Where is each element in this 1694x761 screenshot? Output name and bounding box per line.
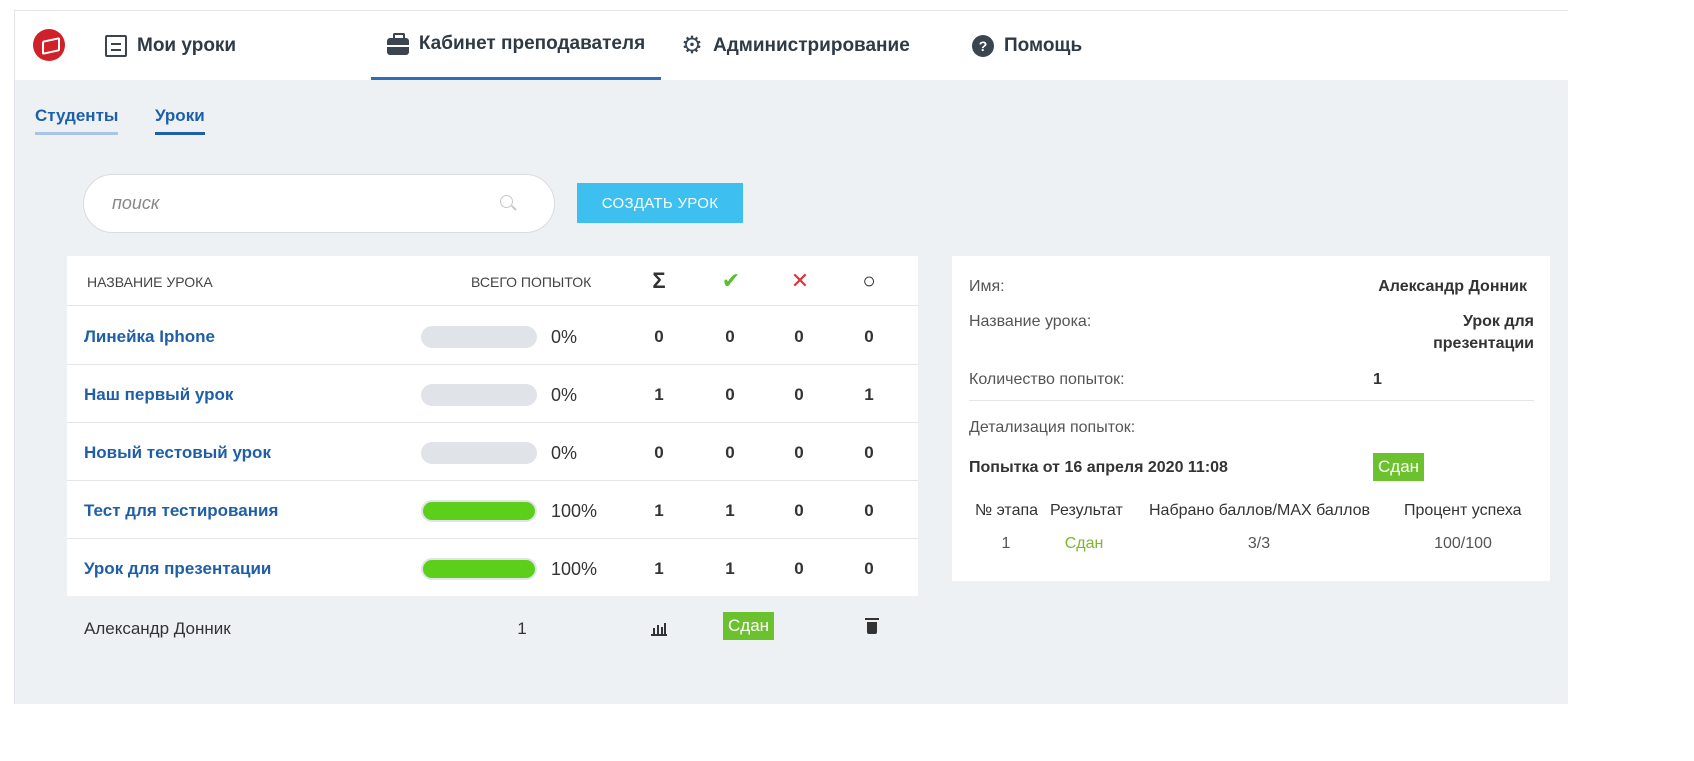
col-stage: № этапа	[975, 502, 1039, 519]
student-name: Александр Донник	[84, 619, 231, 638]
progress-percent: 0%	[551, 385, 578, 405]
count-pending: 0	[864, 327, 874, 346]
nav-tab-teacher-cabinet[interactable]: Кабинет преподавателя	[371, 11, 661, 80]
progress-bar	[421, 442, 537, 464]
col-result: Результат	[1050, 502, 1123, 519]
table-header: НАЗВАНИЕ УРОКА ВСЕГО ПОПЫТОК Σ ✔ ✕ ○	[67, 256, 918, 306]
count-failed: 0	[794, 385, 804, 404]
count-passed: 0	[725, 443, 735, 462]
progress-bar	[421, 558, 537, 580]
nav-tab-help[interactable]: ? Помощь	[972, 11, 1082, 80]
nav-tab-label: Администрирование	[713, 34, 910, 56]
count-pending: 0	[864, 559, 874, 578]
attempt-title: Попытка от 16 апреля 2020 11:08	[969, 459, 1228, 476]
count-passed: 0	[725, 385, 735, 404]
nav-tab-label: Кабинет преподавателя	[418, 33, 646, 54]
progress-fill	[421, 558, 537, 580]
progress-bar	[421, 326, 537, 348]
student-attempt-row[interactable]: Александр Донник 1 Сдан	[67, 596, 918, 656]
bar-chart-icon[interactable]	[651, 623, 667, 636]
attempt-status-badge: Сдан	[1373, 453, 1425, 481]
count-sum: 1	[654, 385, 664, 404]
lesson-name-link[interactable]: Урок для презентации	[84, 559, 271, 579]
col-score: Набрано баллов/MAX баллов	[1149, 502, 1371, 519]
count-pending: 0	[864, 501, 874, 520]
lesson-name-link[interactable]: Линейка Iphone	[84, 327, 215, 347]
name-label: Имя:	[969, 278, 1005, 295]
help-icon: ?	[972, 34, 994, 57]
cell-stage: 1	[1001, 535, 1011, 552]
lesson-name-link[interactable]: Тест для тестирования	[84, 501, 278, 521]
details-label: Детализация попыток:	[969, 419, 1136, 436]
progress-percent: 0%	[551, 327, 578, 347]
nav-tab-administration[interactable]: ⚙ Администрирование	[681, 11, 910, 80]
table-row[interactable]: Линейка Iphone 0% 0 0 0 0	[67, 307, 918, 365]
count-sum: 0	[654, 443, 664, 462]
divider	[969, 400, 1534, 401]
progress-percent: 0%	[551, 443, 578, 463]
lesson-label: Название урока:	[969, 313, 1092, 330]
lesson-value-line1: Урок для	[1463, 313, 1534, 330]
attempts-value: 1	[1373, 371, 1382, 388]
cell-percent: 100/100	[1434, 535, 1492, 552]
lesson-value-line2: презентации	[1433, 335, 1534, 352]
count-failed: 0	[794, 443, 804, 462]
count-failed: 0	[794, 501, 804, 520]
attempt-details-panel: Имя: Александр Донник Название урока: Ур…	[952, 256, 1550, 581]
subtab-lessons[interactable]: Уроки	[155, 106, 205, 135]
table-row[interactable]: Тест для тестирования 100% 1 1 0 0	[67, 481, 918, 539]
cross-icon: ✕	[790, 268, 810, 293]
search-input[interactable]	[112, 193, 492, 214]
trash-icon[interactable]	[865, 618, 879, 634]
progress-bar	[421, 500, 537, 522]
cell-score: 3/3	[1247, 535, 1271, 552]
progress-bar	[421, 384, 537, 406]
progress-percent: 100%	[551, 501, 598, 521]
app-logo[interactable]	[33, 29, 65, 61]
attempts-label: Количество попыток:	[969, 371, 1125, 388]
cell-result: Сдан	[1064, 535, 1104, 552]
header-total-attempts: ВСЕГО ПОПЫТОК	[471, 274, 592, 290]
top-navigation: Мои уроки Кабинет преподавателя ⚙ Админи…	[15, 11, 1569, 80]
count-failed: 0	[794, 559, 804, 578]
lessons-table: НАЗВАНИЕ УРОКА ВСЕГО ПОПЫТОК Σ ✔ ✕ ○ Лин…	[67, 256, 918, 596]
count-sum: 1	[654, 501, 664, 520]
sigma-icon: Σ	[652, 268, 666, 293]
progress-fill	[421, 500, 537, 522]
count-passed: 1	[725, 559, 735, 578]
table-row[interactable]: Новый тестовый урок 0% 0 0 0 0	[67, 423, 918, 481]
nav-tab-label: Помощь	[1004, 34, 1083, 56]
lesson-name-link[interactable]: Наш первый урок	[84, 385, 233, 405]
briefcase-icon	[386, 32, 409, 55]
app-frame: Мои уроки Кабинет преподавателя ⚙ Админи…	[14, 10, 1569, 704]
nav-tab-label: Мои уроки	[137, 34, 237, 56]
count-passed: 1	[725, 501, 735, 520]
count-passed: 0	[725, 327, 735, 346]
table-row[interactable]: Урок для презентации 100% 1 1 0 0	[67, 539, 918, 597]
search-icon[interactable]	[500, 195, 513, 208]
count-pending: 0	[864, 443, 874, 462]
nav-tab-my-lessons[interactable]: Мои уроки	[105, 11, 236, 80]
table-row[interactable]: Наш первый урок 0% 1 0 0 1	[67, 365, 918, 423]
checkmark-icon: ✔	[721, 268, 741, 293]
count-failed: 0	[794, 327, 804, 346]
create-lesson-button[interactable]: СОЗДАТЬ УРОК	[577, 183, 743, 223]
student-attempts: 1	[517, 619, 527, 638]
document-icon	[105, 34, 127, 57]
count-sum: 0	[654, 327, 664, 346]
gear-icon: ⚙	[681, 31, 703, 59]
count-pending: 1	[864, 385, 874, 404]
lesson-name-link[interactable]: Новый тестовый урок	[84, 443, 271, 463]
status-badge: Сдан	[723, 612, 775, 640]
header-lesson-name: НАЗВАНИЕ УРОКА	[87, 274, 213, 290]
col-percent: Процент успеха	[1404, 502, 1522, 519]
count-sum: 1	[654, 559, 664, 578]
subtab-students[interactable]: Студенты	[35, 106, 119, 135]
progress-percent: 100%	[551, 559, 598, 579]
search-box	[83, 174, 555, 233]
name-value: Александр Донник	[1378, 278, 1527, 295]
circle-icon: ○	[862, 268, 876, 293]
